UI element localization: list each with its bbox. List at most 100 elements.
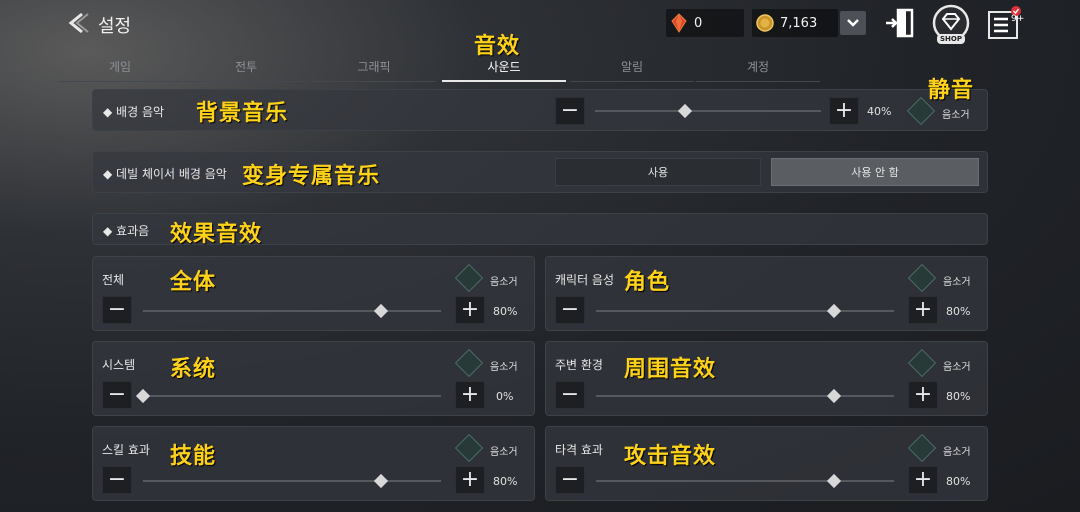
annotation-devil: 变身专属音乐: [242, 163, 381, 189]
sfx-system-decrease-button[interactable]: −: [102, 381, 132, 409]
sfx-all-label: 전체: [102, 273, 125, 287]
tab-account[interactable]: 계정: [696, 52, 820, 82]
bgm-decrease-button[interactable]: −: [555, 97, 585, 125]
minus-icon: −: [560, 98, 580, 123]
sfx-ambient-mute-toggle[interactable]: [907, 348, 937, 378]
plus-icon: +: [460, 382, 480, 407]
sfx-ambient-decrease-button[interactable]: −: [555, 381, 585, 409]
sfx-hit-slider-handle[interactable]: [827, 473, 842, 489]
sfx-skill-slider-handle[interactable]: [374, 473, 389, 489]
gold-count: 7,163: [780, 15, 818, 31]
sfx-label: ◆ 효과음: [103, 224, 150, 238]
sfx-system-slider-handle[interactable]: [135, 388, 151, 404]
annotation-ambient: 周围音效: [624, 356, 717, 382]
annotation-sfx: 效果音效: [170, 221, 263, 247]
devil-bgm-not-use-button[interactable]: 사용 안 함: [771, 158, 979, 186]
sfx-character-label: 캐릭터 음성: [555, 273, 615, 287]
devil-chaser-bgm-label: ◆ 데빌 체이서 배경 음악: [103, 167, 227, 181]
minus-icon: −: [560, 297, 580, 322]
sfx-character-percent: 80%: [946, 305, 971, 318]
plus-icon: +: [460, 467, 480, 492]
annotation-bgm: 背景音乐: [196, 100, 289, 126]
plus-icon: +: [913, 467, 933, 492]
sfx-ambient-increase-button[interactable]: +: [908, 381, 938, 409]
page-title: 설정: [98, 16, 132, 37]
plus-icon: +: [913, 297, 933, 322]
shop-label: SHOP: [940, 35, 962, 43]
chevron-down-icon: [847, 19, 859, 27]
ruby-currency: 0: [666, 9, 744, 37]
sfx-skill-label: 스킬 효과: [102, 443, 150, 457]
sfx-all-slider-handle[interactable]: [374, 303, 389, 319]
minus-icon: −: [560, 467, 580, 492]
settings-tabs: 게임 전투 그래픽 사운드 알림 계정: [58, 52, 822, 82]
sfx-hit-label: 타격 효과: [555, 443, 603, 457]
sfx-hit-increase-button[interactable]: +: [908, 466, 938, 494]
currency-dropdown-button[interactable]: [840, 11, 866, 35]
exit-door-icon[interactable]: [884, 7, 916, 39]
sfx-character-decrease-button[interactable]: −: [555, 296, 585, 324]
minus-icon: −: [107, 382, 127, 407]
gold-currency: 7,163: [752, 9, 838, 37]
devil-bgm-use-button[interactable]: 사용: [555, 158, 761, 186]
bgm-increase-button[interactable]: +: [829, 97, 859, 125]
sfx-character-mute-toggle[interactable]: [907, 263, 937, 293]
bgm-slider-handle[interactable]: [678, 103, 693, 119]
sfx-skill-percent: 80%: [493, 475, 518, 488]
devil-chaser-bgm-row: ◆ 데빌 체이서 배경 음악 사용 사용 안 함: [92, 151, 988, 193]
sfx-hit-mute-toggle[interactable]: [907, 433, 937, 463]
sfx-skill-decrease-button[interactable]: −: [102, 466, 132, 494]
sfx-all-card: 전체 음소거 − + 80%: [92, 256, 535, 331]
sfx-character-card: 캐릭터 음성 음소거 − + 80%: [545, 256, 988, 331]
tab-notifications[interactable]: 알림: [570, 52, 694, 82]
sfx-ambient-slider-track[interactable]: [596, 395, 894, 397]
back-arrow-icon[interactable]: [64, 10, 90, 36]
sfx-ambient-card: 주변 환경 음소거 − + 80%: [545, 341, 988, 416]
tab-game[interactable]: 게임: [58, 52, 182, 82]
sfx-skill-slider-track[interactable]: [143, 480, 441, 482]
sfx-all-slider-track[interactable]: [143, 310, 441, 312]
sfx-character-slider-track[interactable]: [596, 310, 894, 312]
annotation-skill: 技能: [170, 443, 217, 469]
sfx-character-slider-handle[interactable]: [827, 303, 842, 319]
menu-icon[interactable]: [986, 6, 1022, 42]
sfx-skill-mute-toggle[interactable]: [454, 433, 484, 463]
annotation-hit: 攻击音效: [624, 443, 717, 469]
sfx-all-mute-toggle[interactable]: [454, 263, 484, 293]
sfx-skill-card: 스킬 효과 음소거 − + 80%: [92, 426, 535, 501]
tab-graphics[interactable]: 그래픽: [312, 52, 436, 82]
sfx-all-mute-label: 음소거: [490, 277, 518, 288]
sfx-system-slider-track[interactable]: [143, 395, 441, 397]
sfx-system-label: 시스템: [102, 358, 136, 372]
bgm-mute-label: 음소거: [942, 110, 970, 121]
sfx-character-mute-label: 음소거: [943, 277, 971, 288]
bgm-label: ◆ 배경 음악: [103, 105, 165, 119]
sfx-all-decrease-button[interactable]: −: [102, 296, 132, 324]
sfx-skill-increase-button[interactable]: +: [455, 466, 485, 494]
tab-combat[interactable]: 전투: [184, 52, 308, 82]
sfx-all-increase-button[interactable]: +: [455, 296, 485, 324]
sfx-hit-card: 타격 효과 음소거 − + 80%: [545, 426, 988, 501]
sfx-system-card: 시스템 음소거 − + 0%: [92, 341, 535, 416]
sfx-ambient-slider-handle[interactable]: [827, 388, 842, 404]
sfx-system-mute-toggle[interactable]: [454, 348, 484, 378]
sfx-system-percent: 0%: [496, 390, 514, 403]
sfx-system-increase-button[interactable]: +: [455, 381, 485, 409]
plus-icon: +: [834, 98, 854, 123]
annotation-system: 系统: [170, 356, 217, 382]
sfx-hit-slider-track[interactable]: [596, 480, 894, 482]
sfx-system-mute-label: 음소거: [490, 362, 518, 373]
annotation-character: 角色: [624, 269, 671, 295]
gold-coin-icon: [756, 14, 774, 32]
sfx-hit-mute-label: 음소거: [943, 447, 971, 458]
sfx-ambient-percent: 80%: [946, 390, 971, 403]
sfx-hit-decrease-button[interactable]: −: [555, 466, 585, 494]
sfx-character-increase-button[interactable]: +: [908, 296, 938, 324]
bgm-percent: 40%: [867, 105, 892, 118]
menu-badge-count: 9+: [1011, 14, 1025, 24]
bgm-slider-track[interactable]: [595, 110, 821, 112]
annotation-mute: 静音: [928, 77, 975, 103]
minus-icon: −: [107, 297, 127, 322]
minus-icon: −: [560, 382, 580, 407]
annotation-all: 全体: [170, 269, 217, 295]
